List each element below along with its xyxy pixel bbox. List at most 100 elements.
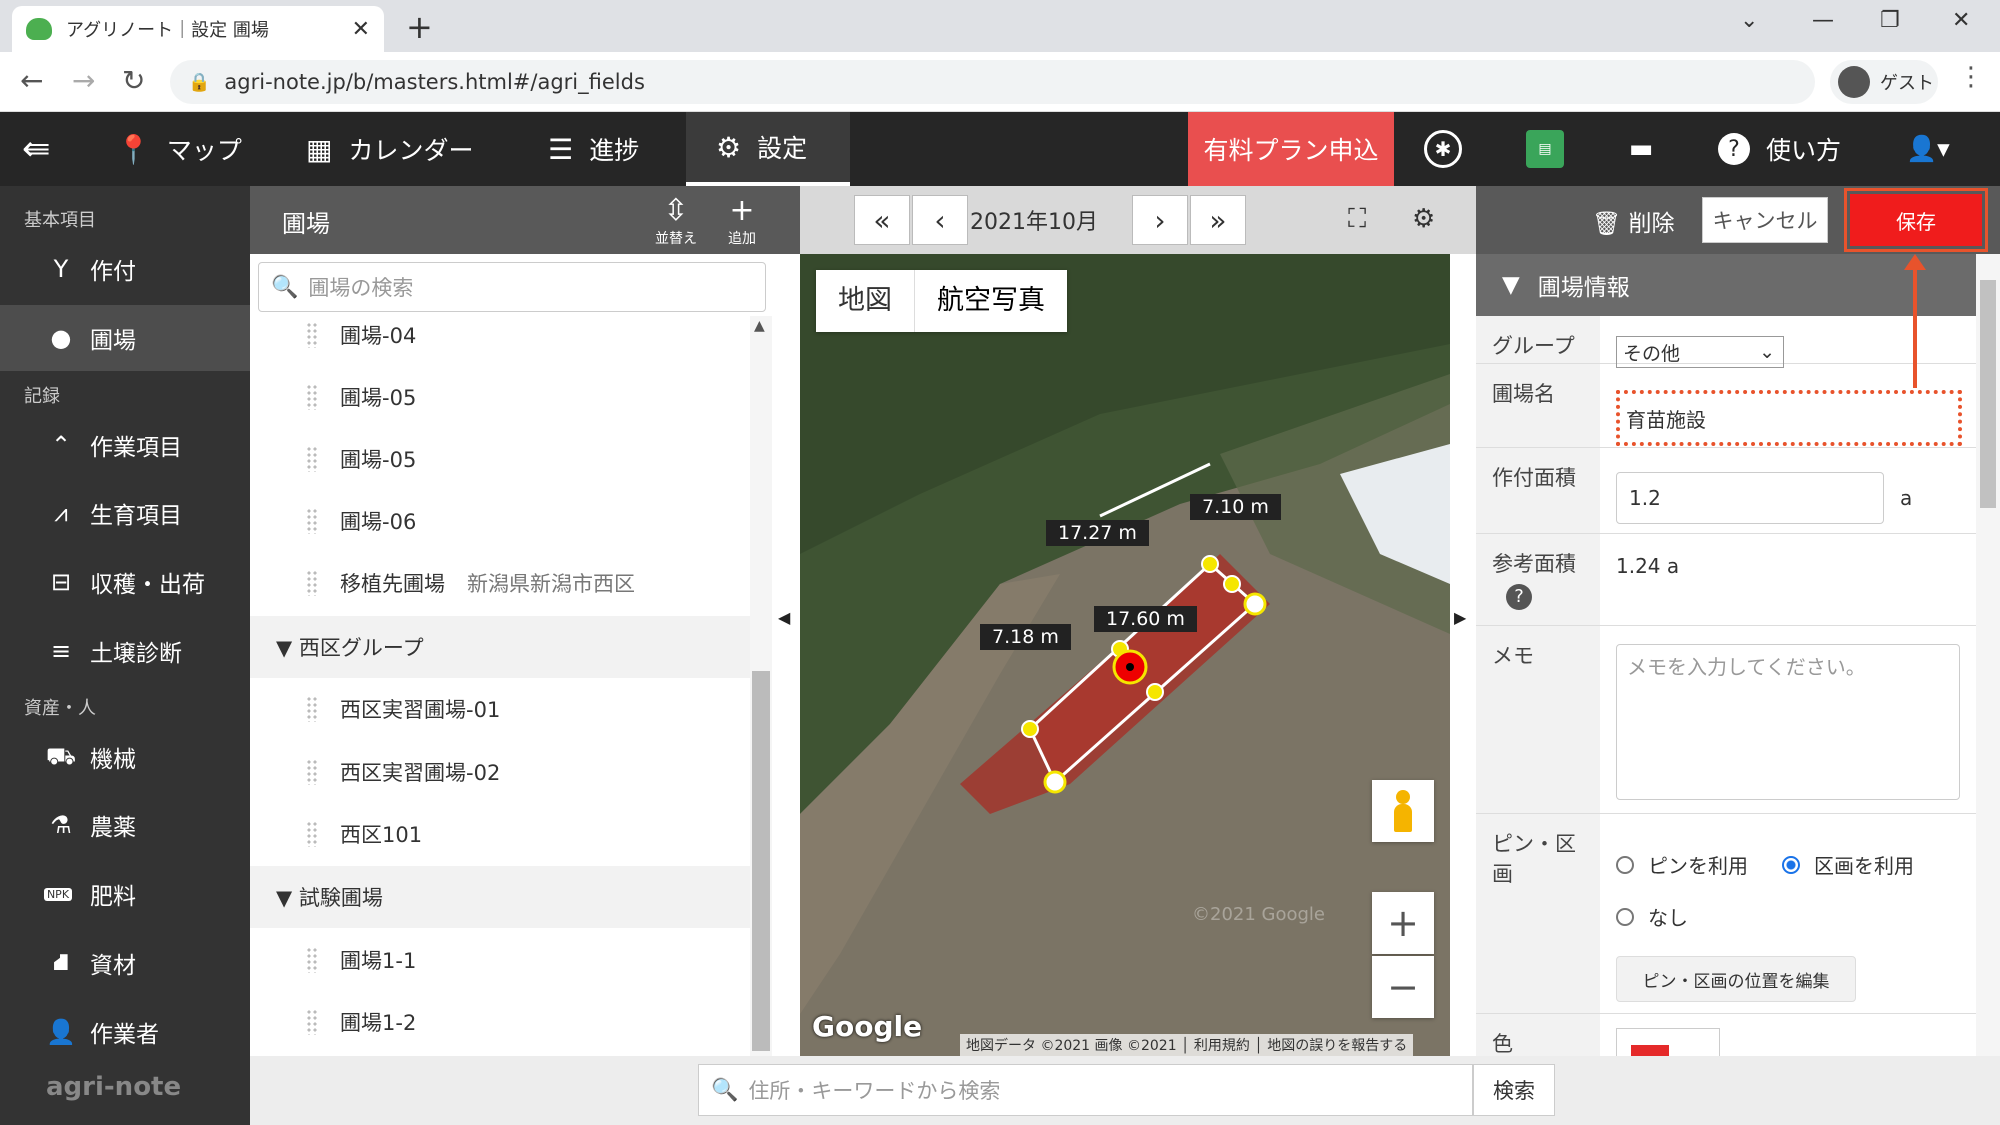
drag-handle-icon[interactable] (306, 570, 318, 596)
list-item[interactable]: 西区実習圃場-02 (250, 741, 750, 803)
user-menu-icon[interactable]: 👤▾ (1906, 112, 1950, 186)
drag-handle-icon[interactable] (306, 322, 318, 348)
drag-handle-icon[interactable] (306, 947, 318, 973)
sidebar-item-harvest[interactable]: ⊟ 収穫・出荷 (0, 549, 250, 615)
forward-icon[interactable]: → (72, 64, 95, 97)
scroll-up-icon[interactable]: ▲ (754, 318, 765, 334)
paid-plan-button[interactable]: 有料プラン申込 (1188, 112, 1394, 186)
radio-none[interactable]: なし (1616, 902, 1688, 931)
prev-month-button[interactable]: ‹ (912, 195, 968, 245)
next-month-button[interactable]: › (1132, 195, 1188, 245)
field-boundary[interactable] (800, 254, 1450, 1056)
chat-icon[interactable]: ▬ (1622, 130, 1660, 168)
browser-tab[interactable]: アグリノート｜設定 圃場 ✕ (12, 6, 384, 52)
sidebar-item-crops[interactable]: Y 作付 (0, 236, 250, 302)
address-search-input[interactable]: 🔍 住所・キーワードから検索 (698, 1064, 1473, 1116)
scroll-thumb[interactable] (1980, 280, 1996, 508)
sidebar-item-work-items[interactable]: ⌃ 作業項目 (0, 412, 250, 478)
address-search-button[interactable]: 検索 (1473, 1064, 1555, 1116)
memo-textarea[interactable]: メモを入力してください。 (1616, 644, 1960, 800)
map-type-map[interactable]: 地図 (816, 270, 914, 332)
sidebar-item-growth-items[interactable]: ⩘ 生育項目 (0, 480, 250, 546)
delete-button[interactable]: 🗑 削除 (1592, 204, 1675, 238)
map-attribution[interactable]: 地図データ ©2021 画像 ©2021 │ 利用規約 │ 地図の誤りを報告する (960, 1034, 1414, 1056)
edit-pin-area-button[interactable]: ピン・区画の位置を編集 (1616, 956, 1856, 1002)
drag-handle-icon[interactable] (306, 759, 318, 785)
back-icon[interactable]: ← (20, 64, 43, 97)
zoom-in-button[interactable]: + (1372, 892, 1434, 954)
collapse-right-icon[interactable]: ▶ (1454, 608, 1466, 627)
help-icon[interactable]: ? (1506, 584, 1532, 610)
scroll-thumb[interactable] (752, 671, 770, 1051)
drag-handle-icon[interactable] (306, 821, 318, 847)
list-item[interactable]: 西区実習圃場-01 (250, 678, 750, 740)
sidebar-item-machines[interactable]: ⛟ 機械 (0, 724, 250, 790)
list-item[interactable]: 西区101 (250, 803, 750, 865)
sort-button[interactable]: ⇳ 並替え (646, 194, 706, 248)
nav-help[interactable]: ? 使い方 (1718, 112, 1841, 186)
group-header-nishiku[interactable]: ▼ 西区グループ (250, 616, 750, 678)
field-name-input[interactable]: 育苗施設 (1616, 390, 1962, 446)
sidebar-item-workers[interactable]: 👤 作業者 (0, 999, 250, 1065)
drag-handle-icon[interactable] (306, 1009, 318, 1035)
nav-settings[interactable]: ⚙ 設定 (686, 112, 850, 186)
tab-search-icon[interactable]: ⌄ (1740, 8, 1758, 33)
close-window-icon[interactable]: ✕ (1952, 8, 1970, 33)
reload-icon[interactable]: ↻ (122, 64, 145, 97)
nav-map[interactable]: 📍 マップ (116, 112, 242, 186)
sidebar-item-fields[interactable]: ● 圃場 (0, 305, 250, 371)
list-item[interactable]: 圃場-05 (250, 366, 750, 428)
color-picker[interactable] (1616, 1028, 1720, 1056)
crop-area-input[interactable]: 1.2 (1616, 472, 1884, 524)
asterisk-badge-icon[interactable]: ✱ (1424, 130, 1462, 168)
list-item[interactable]: 圃場1-1 (250, 929, 750, 991)
drag-handle-icon[interactable] (306, 384, 318, 410)
fullscreen-icon[interactable]: ⛶ (1348, 204, 1366, 235)
radio-use-area[interactable]: 区画を利用 (1782, 850, 1914, 879)
new-tab-button[interactable]: + (406, 8, 433, 46)
cancel-button[interactable]: キャンセル (1702, 197, 1828, 243)
field-list-scrollbar[interactable]: ▲ (750, 316, 772, 1056)
zoom-out-button[interactable]: − (1372, 956, 1434, 1018)
add-field-button[interactable]: + 追加 (712, 194, 772, 248)
agri-app-icon[interactable]: ▤ (1526, 130, 1564, 168)
group-header-test[interactable]: ▼ 試験圃場 (250, 866, 750, 928)
prev-year-button[interactable]: « (854, 195, 910, 245)
aerial-map[interactable]: 17.27 m 7.10 m 17.60 m 7.18 m 地図 航空写真 ©2… (800, 254, 1450, 1056)
restore-icon[interactable]: ❐ (1880, 8, 1900, 33)
list-item[interactable]: 圃場-05 (250, 428, 750, 490)
nav-progress[interactable]: ☰ 進捗 (548, 112, 639, 186)
list-item[interactable]: 移植先圃場 新潟県新潟市西区 (250, 552, 750, 614)
map-settings-icon[interactable]: ⚙ (1412, 204, 1435, 234)
browser-tab-strip: アグリノート｜設定 圃場 ✕ + ⌄ — ❐ ✕ (0, 0, 2000, 52)
profile-button[interactable]: ゲスト (1830, 60, 1938, 104)
memo-label: メモ (1476, 626, 1600, 814)
field-name: 圃場-04 (340, 324, 417, 348)
section-header-field-info[interactable]: ▼ 圃場情報 (1476, 254, 1976, 316)
browser-menu-icon[interactable]: ⋮ (1958, 62, 1984, 92)
drag-handle-icon[interactable] (306, 446, 318, 472)
sidebar-item-soil[interactable]: ≡ 土壌診断 (0, 618, 250, 684)
drag-handle-icon[interactable] (306, 508, 318, 534)
list-item[interactable]: 圃場1-2 (250, 991, 750, 1053)
drag-handle-icon[interactable] (306, 696, 318, 722)
field-search-placeholder: 圃場の検索 (308, 276, 414, 300)
next-year-button[interactable]: » (1190, 195, 1246, 245)
minimize-icon[interactable]: — (1812, 8, 1834, 33)
save-button[interactable]: 保存 (1850, 194, 1982, 246)
nav-calendar[interactable]: ▦ カレンダー (306, 112, 473, 186)
sidebar-item-materials[interactable]: ⛘ 資材 (0, 930, 250, 996)
address-bar[interactable]: 🔒 agri-note.jp/b/masters.html#/agri_fiel… (170, 60, 1815, 104)
radio-use-pin[interactable]: ピンを利用 (1616, 850, 1748, 879)
list-item[interactable]: 圃場-04 (250, 304, 750, 366)
list-item[interactable]: 圃場-06 (250, 490, 750, 552)
sidebar-item-pesticides[interactable]: ⚗ 農薬 (0, 792, 250, 858)
edit-header: 🗑 削除 キャンセル 保存 (1476, 186, 2000, 254)
tab-close-icon[interactable]: ✕ (352, 17, 370, 42)
map-type-aerial[interactable]: 航空写真 (914, 270, 1067, 332)
collapse-left-icon[interactable]: ◀ (778, 608, 790, 627)
menu-toggle-icon[interactable]: ⇚ (22, 112, 51, 186)
street-view-pegman-icon[interactable] (1372, 780, 1434, 842)
sidebar-item-fertilizer[interactable]: NPK 肥料 (0, 861, 250, 927)
edit-scrollbar[interactable] (1976, 254, 2000, 1056)
